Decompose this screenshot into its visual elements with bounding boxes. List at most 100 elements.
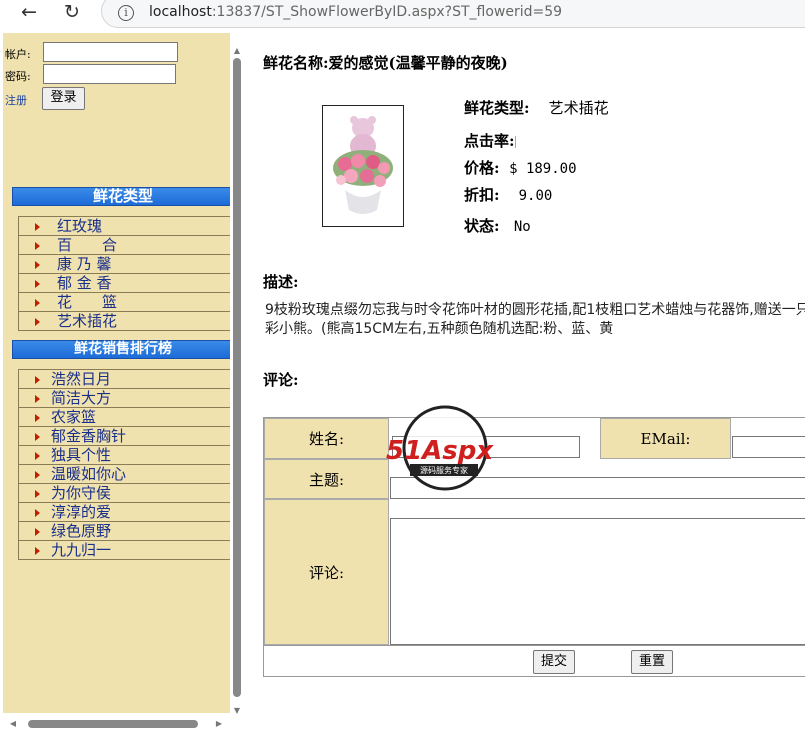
flower-name: 爱的感觉(温馨平静的夜晚): [328, 54, 508, 72]
ranking-item[interactable]: 九九归一: [18, 541, 230, 560]
category-item[interactable]: 红玫瑰: [18, 217, 230, 236]
logo-sub: 源码服务专家: [420, 465, 468, 475]
scroll-down-icon[interactable]: ▼: [232, 706, 242, 715]
category-item[interactable]: 康 乃 馨: [18, 255, 230, 274]
review-form: 姓名: EMail: 主题: 评论: 提交 重置: [263, 417, 805, 677]
ranking-item-label[interactable]: 绿色原野: [51, 522, 111, 541]
category-item[interactable]: 艺术插花: [18, 312, 230, 331]
ranking-item-label[interactable]: 为你守侯: [51, 484, 111, 503]
discount-value: 9.00: [518, 188, 553, 204]
account-input[interactable]: [43, 42, 178, 62]
watermark-logo: 51Aspx 源码服务专家: [386, 405, 494, 491]
clicks-value: [514, 136, 517, 148]
password-input[interactable]: [43, 64, 176, 84]
category-list: 红玫瑰百 合康 乃 馨郁 金 香花 篮艺术插花: [18, 216, 230, 331]
ranking-item[interactable]: 为你守侯: [18, 484, 230, 503]
triangle-right-icon: [35, 509, 40, 517]
ranking-item-label[interactable]: 郁金香胸针: [51, 427, 126, 446]
ranking-item[interactable]: 温暖如你心: [18, 465, 230, 484]
discount-row: 折扣: 9.00: [464, 184, 552, 205]
category-item-label[interactable]: 红玫瑰: [57, 217, 102, 236]
triangle-right-icon: [35, 433, 40, 441]
triangle-right-icon: [35, 223, 40, 231]
main-frame: 鲜花名称:爱的感觉(温馨平静的夜晚) 鲜花类型: 艺术插花 点击率: 价格: $…: [246, 33, 805, 741]
info-icon[interactable]: i: [118, 5, 134, 21]
clicks-row: 点击率:: [464, 130, 517, 151]
triangle-right-icon: [35, 318, 40, 326]
triangle-right-icon: [35, 395, 40, 403]
url-path: :13837/ST_ShowFlowerByID.aspx?ST_floweri…: [211, 4, 563, 20]
clicks-label: 点击率:: [464, 132, 515, 150]
category-header: 鲜花类型: [12, 187, 230, 206]
browser-toolbar: ← ↻ i localhost:13837/ST_ShowFlowerByID.…: [0, 0, 805, 30]
password-label: 密码:: [5, 70, 31, 83]
description-label: 描述:: [263, 273, 299, 291]
ranking-item-label[interactable]: 浩然日月: [51, 370, 111, 389]
comment-textarea[interactable]: [390, 518, 805, 645]
triangle-right-icon: [35, 452, 40, 460]
back-icon[interactable]: ←: [14, 0, 44, 26]
flower-bouquet-icon: [323, 106, 403, 226]
form-divider: [264, 645, 805, 646]
category-item-label[interactable]: 花 篮: [57, 293, 117, 312]
ranking-item[interactable]: 浩然日月: [18, 370, 230, 389]
category-item-label[interactable]: 艺术插花: [57, 312, 117, 331]
scroll-left-icon[interactable]: ◀: [8, 719, 18, 728]
left-frame: 帐户: 密码: 注册 登录 鲜花类型 红玫瑰百 合康 乃 馨郁 金 香花 篮艺术…: [0, 33, 246, 741]
ranking-item-label[interactable]: 农家篮: [51, 408, 96, 427]
sidebar: 帐户: 密码: 注册 登录 鲜花类型 红玫瑰百 合康 乃 馨郁 金 香花 篮艺术…: [3, 33, 230, 713]
category-item[interactable]: 花 篮: [18, 293, 230, 312]
vertical-scrollbar[interactable]: ▲ ▼: [232, 46, 242, 718]
triangle-right-icon: [35, 414, 40, 422]
ranking-item-label[interactable]: 温暖如你心: [51, 465, 126, 484]
category-item[interactable]: 百 合: [18, 236, 230, 255]
url-text[interactable]: localhost:13837/ST_ShowFlowerByID.aspx?S…: [149, 4, 562, 20]
reset-button[interactable]: 重置: [631, 650, 673, 674]
triangle-right-icon: [35, 376, 40, 384]
h-scroll-thumb[interactable]: [28, 720, 198, 728]
reload-icon[interactable]: ↻: [57, 0, 87, 26]
price-value: $ 189.00: [509, 161, 577, 177]
ranking-item-label[interactable]: 独具个性: [51, 446, 111, 465]
triangle-right-icon: [35, 242, 40, 250]
horizontal-scrollbar[interactable]: ◀ ▶: [8, 719, 228, 729]
triangle-right-icon: [35, 490, 40, 498]
status-value: No: [513, 219, 531, 235]
triangle-right-icon: [35, 528, 40, 536]
type-value: 艺术插花: [548, 99, 609, 117]
register-link[interactable]: 注册: [5, 92, 27, 108]
ranking-item[interactable]: 绿色原野: [18, 522, 230, 541]
scroll-up-icon[interactable]: ▲: [232, 46, 242, 55]
status-row: 状态: No: [464, 215, 531, 236]
ranking-item[interactable]: 郁金香胸针: [18, 427, 230, 446]
email-label: EMail:: [600, 418, 731, 459]
category-item-label[interactable]: 康 乃 馨: [57, 255, 112, 274]
ranking-list: 浩然日月 简洁大方 农家篮 郁金香胸针 独具个性 温暖如你心 为你守侯 淳淳的爱 绿色原野 九九归…: [18, 369, 230, 560]
triangle-right-icon: [35, 547, 40, 555]
submit-button[interactable]: 提交: [533, 650, 575, 674]
scroll-right-icon[interactable]: ▶: [214, 719, 224, 728]
ranking-item-label[interactable]: 九九归一: [51, 541, 111, 560]
scroll-thumb[interactable]: [233, 58, 241, 697]
ranking-item-label[interactable]: 简洁大方: [51, 389, 111, 408]
triangle-right-icon: [35, 299, 40, 307]
url-host: localhost: [149, 4, 212, 20]
triangle-right-icon: [35, 471, 40, 479]
category-item-label[interactable]: 百 合: [57, 236, 117, 255]
account-label: 帐户:: [5, 48, 31, 61]
discount-label: 折扣:: [464, 186, 500, 204]
login-button[interactable]: 登录: [42, 87, 85, 110]
ranking-item-label[interactable]: 淳淳的爱: [51, 503, 111, 522]
price-row: 价格: $ 189.00: [464, 157, 577, 178]
category-item[interactable]: 郁 金 香: [18, 274, 230, 293]
ranking-item[interactable]: 独具个性: [18, 446, 230, 465]
ranking-item[interactable]: 简洁大方: [18, 389, 230, 408]
email-input[interactable]: [732, 436, 805, 458]
address-bar[interactable]: i localhost:13837/ST_ShowFlowerByID.aspx…: [101, 0, 805, 28]
ranking-item[interactable]: 农家篮: [18, 408, 230, 427]
flower-title: 鲜花名称:爱的感觉(温馨平静的夜晚): [263, 52, 508, 73]
category-item-label[interactable]: 郁 金 香: [57, 274, 112, 293]
ranking-item[interactable]: 淳淳的爱: [18, 503, 230, 522]
price-label: 价格:: [464, 159, 500, 177]
status-label: 状态:: [464, 217, 500, 235]
